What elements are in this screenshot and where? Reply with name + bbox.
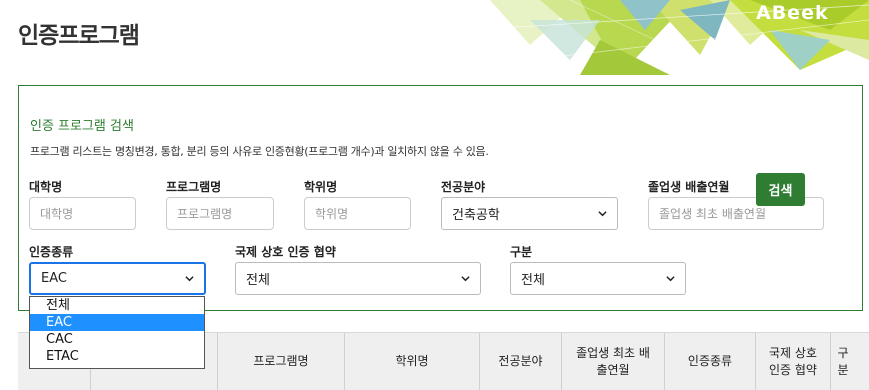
chevron-down-icon xyxy=(461,276,470,282)
column-header-degree: 학위명 xyxy=(345,333,480,390)
degree-input[interactable] xyxy=(304,197,411,230)
chevron-down-icon xyxy=(666,276,675,282)
category-label: 구분 xyxy=(510,245,533,259)
column-header-major: 전공분야 xyxy=(480,333,562,390)
panel-title: 인증 프로그램 검색 xyxy=(30,119,134,134)
cert-type-option-selected[interactable]: EAC xyxy=(30,314,204,331)
program-label: 프로그램명 xyxy=(166,180,222,194)
column-header-accord: 국제 상호 인증 협약 xyxy=(756,333,831,390)
program-input[interactable] xyxy=(166,197,274,230)
cert-type-label: 인증종류 xyxy=(29,245,74,259)
accord-label: 국제 상호 인증 협약 xyxy=(235,245,336,259)
university-input[interactable] xyxy=(29,197,136,230)
graduation-label: 졸업생 배출연월 xyxy=(648,180,730,194)
page-title: 인증프로그램 xyxy=(18,23,140,49)
category-select[interactable]: 전체 xyxy=(510,262,686,295)
column-header-category: 구분 xyxy=(837,345,849,377)
major-field-value: 건축공학 xyxy=(452,208,500,223)
chevron-down-icon xyxy=(598,211,607,217)
degree-label: 학위명 xyxy=(304,180,338,194)
panel-notice: 프로그램 리스트는 명칭변경, 통합, 분리 등의 사유로 인증현황(프로그램 … xyxy=(30,145,489,158)
cert-type-option[interactable]: 전체 xyxy=(30,297,204,314)
chevron-down-icon xyxy=(185,276,194,282)
abeek-logo: ABeek xyxy=(756,2,829,24)
cert-type-select[interactable]: EAC xyxy=(29,262,206,295)
column-header-graduation: 졸업생 최초 배출연월 xyxy=(562,333,665,390)
major-field-select[interactable]: 건축공학 xyxy=(441,197,618,230)
major-field-label: 전공분야 xyxy=(441,180,486,194)
column-header-cert-type: 인증종류 xyxy=(665,333,756,390)
column-header-program: 프로그램명 xyxy=(218,333,345,390)
cert-type-dropdown: 전체 EAC CAC ETAC xyxy=(29,296,205,369)
category-value: 전체 xyxy=(521,273,545,288)
cert-type-option[interactable]: ETAC xyxy=(30,348,204,365)
university-label: 대학명 xyxy=(29,180,63,194)
search-button[interactable]: 검색 xyxy=(756,173,805,206)
cert-type-value: EAC xyxy=(41,271,67,286)
accord-select[interactable]: 전체 xyxy=(235,262,481,295)
accord-value: 전체 xyxy=(246,273,270,288)
cert-type-option[interactable]: CAC xyxy=(30,331,204,348)
